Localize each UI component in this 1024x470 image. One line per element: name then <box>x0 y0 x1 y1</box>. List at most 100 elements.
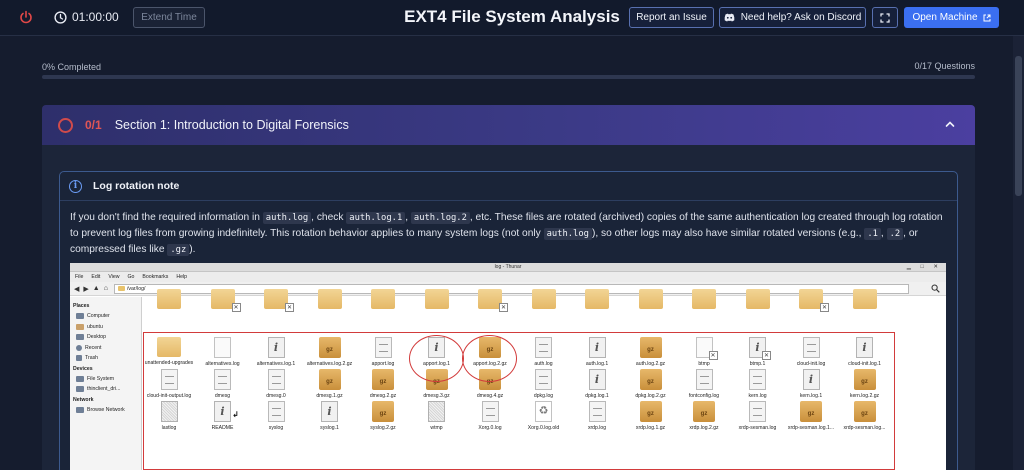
fm-menu-edit: Edit <box>91 274 101 280</box>
fm-network-label: Browse Network <box>87 406 125 413</box>
archive-icon: gz <box>800 401 822 422</box>
file-item: lastlog <box>144 401 194 431</box>
file-name: dmesg.3.gz <box>423 393 450 399</box>
file-name: Xorg.0.log <box>478 425 502 431</box>
unreadable-badge-icon: ✕ <box>499 303 508 312</box>
file-item: gz xrdp.log.2.gz <box>679 401 729 431</box>
unreadable-badge-icon: ✕ <box>285 303 294 312</box>
file-name: xrdp-sesman.log.1... <box>787 425 835 431</box>
file-item: gz apport.log.2.gz <box>465 337 515 367</box>
note-text-part: , <box>880 228 887 239</box>
open-machine-button[interactable]: Open Machine <box>904 7 999 28</box>
fm-place-label: Desktop <box>87 334 107 341</box>
chevron-up-icon[interactable] <box>944 118 956 130</box>
note-header: i Log rotation note <box>60 172 957 201</box>
file-name: alternatives.log.2.gz <box>306 361 353 367</box>
section-title: Section 1: Introduction to Digital Foren… <box>114 118 349 132</box>
file-name: apport.log.1 <box>423 361 450 367</box>
section-header[interactable]: 0/1 Section 1: Introduction to Digital F… <box>42 105 975 145</box>
fm-device-thinclient: thinclient_dri... <box>70 384 141 395</box>
extend-time-button[interactable]: Extend Time <box>133 7 205 28</box>
info-file-icon: i <box>802 369 820 390</box>
info-file-icon: i <box>588 369 606 390</box>
fm-device-label: thinclient_dri... <box>87 386 121 393</box>
file-name: dpkg.log.2.gz <box>635 393 666 399</box>
folder-item <box>679 289 729 312</box>
fm-place-label: Trash <box>85 355 99 362</box>
scrollbar-thumb[interactable] <box>1015 56 1022 196</box>
folder-icon: ✕ <box>478 289 508 312</box>
file-item: gz dmesg.4.gz <box>465 369 515 399</box>
fullscreen-icon <box>880 12 890 23</box>
code-ext-2: .2 <box>886 228 904 240</box>
file-name: unattended-upgrades <box>144 360 194 366</box>
file-name: xrdp-sesman.log... <box>843 425 886 431</box>
computer-icon <box>76 313 84 320</box>
file-item: gz xrdp-sesman.log.1... <box>786 401 836 431</box>
archive-icon: gz <box>372 369 394 390</box>
info-file-icon: i <box>428 337 445 358</box>
text-file-icon <box>535 337 552 358</box>
info-file-icon: i <box>588 337 606 358</box>
file-name: dmesg.4.gz <box>476 393 504 399</box>
folder-item <box>572 289 622 312</box>
file-name: Xorg.0.log.old <box>527 425 560 431</box>
code-ext-1: .1 <box>864 228 881 240</box>
folder-icon: ✕ <box>210 289 241 312</box>
file-item: cloud-init-output.log <box>144 369 194 399</box>
file-name: dpkg.log <box>533 393 554 399</box>
file-item: ✕ btmp <box>679 337 729 367</box>
text-file-icon <box>160 369 178 390</box>
power-icon[interactable] <box>19 10 33 24</box>
text-file-icon <box>267 401 285 422</box>
report-issue-button[interactable]: Report an Issue <box>629 7 714 28</box>
fm-place-home: ubuntu <box>70 322 141 333</box>
section-score: 0/1 <box>85 118 102 132</box>
file-item: alternatives.log <box>198 337 248 367</box>
unreadable-badge-icon: ✕ <box>231 303 241 312</box>
page-scrollbar[interactable] <box>1013 36 1024 470</box>
file-name: auth.log.2.gz <box>635 361 666 367</box>
code-auth-log-1: auth.log.1 <box>346 212 406 224</box>
folder-item: ✕ <box>465 289 515 312</box>
file-item: apport.log <box>358 337 408 367</box>
file-item: xrdp.log <box>572 401 622 431</box>
fm-sidebar: Places Computer ubuntu Desktop Recent Tr… <box>70 297 142 470</box>
file-item: gz xrdp-sesman.log... <box>840 401 890 431</box>
file-name: dmesg <box>214 393 231 399</box>
text-file-icon <box>695 369 713 390</box>
fm-place-computer: Computer <box>70 311 141 322</box>
file-item: syslog <box>251 401 301 431</box>
file-item: i kern.log.1 <box>786 369 836 399</box>
file-item: gz alternatives.log.2.gz <box>305 337 355 367</box>
file-name: kern.log.2.gz <box>849 393 880 399</box>
file-name: xrdp.log <box>587 425 607 431</box>
fm-devices-heading: Devices <box>73 365 93 372</box>
archive-icon: gz <box>318 337 341 358</box>
back-arrow-icon: ◀ <box>74 285 80 293</box>
progress-completed-label: 0% Completed <box>42 62 102 72</box>
file-item: i syslog.1 <box>305 401 355 431</box>
archive-icon: gz <box>479 337 501 358</box>
fm-device-label: File System <box>87 375 115 382</box>
fm-menu-help: Help <box>176 274 188 280</box>
folder-icon <box>531 289 556 309</box>
file-name: apport.log.2.gz <box>473 361 507 367</box>
file-item: i ↲ README <box>198 401 248 431</box>
folder-item <box>519 289 569 312</box>
fm-menu-go: Go <box>127 274 135 280</box>
archive-icon: gz <box>479 369 501 390</box>
file-item: gz auth.log.2.gz <box>626 337 676 367</box>
fm-place-label: Recent <box>85 344 102 351</box>
file-name: xrdp.log.2.gz <box>689 425 719 431</box>
file-item: cloud-init.log <box>786 337 836 367</box>
timer: 01:00:00 <box>54 10 119 24</box>
file-item: i apport.log.1 <box>412 337 462 367</box>
archive-icon: gz <box>853 401 876 422</box>
file-item: i cloud-init.log.1 <box>840 337 890 367</box>
fullscreen-button[interactable] <box>872 7 898 28</box>
discord-help-button[interactable]: Need help? Ask on Discord <box>719 7 866 28</box>
folder-icon: ✕ <box>264 289 294 312</box>
binary-file-icon <box>428 401 445 422</box>
progress-bar <box>42 75 975 79</box>
